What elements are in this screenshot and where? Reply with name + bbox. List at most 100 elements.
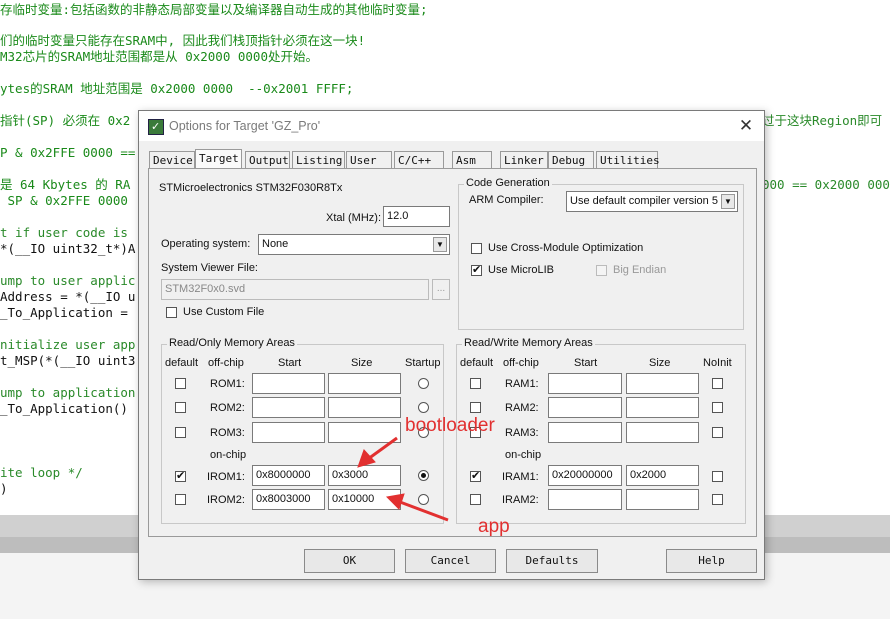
iram1-noinit-checkbox[interactable]	[712, 471, 723, 482]
code-line: _To_Application()	[0, 401, 128, 416]
ram2-size-input[interactable]	[626, 397, 699, 418]
help-button[interactable]: Help	[666, 549, 757, 573]
tab-c-cpp[interactable]: C/C++	[394, 151, 444, 168]
check-icon: ✔	[472, 264, 482, 276]
ram2-default-checkbox[interactable]	[470, 402, 481, 413]
rom3-default-checkbox[interactable]	[175, 427, 186, 438]
tab-device[interactable]: Device	[149, 151, 195, 168]
onchip-label: on-chip	[505, 449, 542, 461]
big-endian-label: Big Endian	[613, 264, 667, 276]
code-line: 存临时变量:包括函数的非静态局部变量以及编译器自动生成的其他临时变量;	[0, 2, 428, 17]
iram2-start-input[interactable]	[548, 489, 622, 510]
xtal-label: Xtal (MHz):	[326, 212, 381, 224]
code-line: _To_Application =	[0, 305, 128, 320]
irom2-startup-radio[interactable]	[418, 494, 429, 505]
iram2-noinit-checkbox[interactable]	[712, 494, 723, 505]
svd-file-field: STM32F0x0.svd	[161, 279, 429, 300]
rom1-startup-radio[interactable]	[418, 378, 429, 389]
iram2-default-checkbox[interactable]	[470, 494, 481, 505]
ram2-start-input[interactable]	[548, 397, 622, 418]
tab-linker[interactable]: Linker	[500, 151, 548, 168]
target-tab-panel: STMicroelectronics STM32F030R8Tx Xtal (M…	[148, 168, 757, 537]
ram3-noinit-checkbox[interactable]	[712, 427, 723, 438]
code-line: ump to application	[0, 385, 136, 400]
readwrite-memory-group: Read/Write Memory Areas default off-chip…	[456, 337, 746, 524]
irom2-start-input[interactable]: 0x8003000	[252, 489, 325, 510]
iram1-label: IRAM1:	[502, 471, 539, 483]
rom2-default-checkbox[interactable]	[175, 402, 186, 413]
svd-label: System Viewer File:	[161, 262, 258, 274]
iram2-size-input[interactable]	[626, 489, 699, 510]
compiler-select[interactable]: Use default compiler version 5 ▼	[566, 191, 738, 212]
irom1-startup-radio[interactable]	[418, 470, 429, 481]
irom1-default-checkbox[interactable]: ✔	[175, 470, 186, 482]
ram2-label: RAM2:	[505, 402, 539, 414]
ram1-size-input[interactable]	[626, 373, 699, 394]
cross-module-label: Use Cross-Module Optimization	[488, 242, 644, 254]
col-header-offchip: off-chip	[208, 357, 244, 369]
ram1-default-checkbox[interactable]	[470, 378, 481, 389]
ok-button[interactable]: OK	[304, 549, 395, 573]
tab-target[interactable]: Target	[195, 149, 242, 169]
rom3-start-input[interactable]	[252, 422, 325, 443]
dialog-titlebar[interactable]: ✓ Options for Target 'GZ_Pro' ✕	[139, 111, 764, 141]
close-icon[interactable]: ✕	[736, 116, 756, 136]
options-dialog: ✓ Options for Target 'GZ_Pro' ✕ Device T…	[138, 110, 765, 580]
xtal-input[interactable]: 12.0	[383, 206, 450, 227]
microlib-checkbox[interactable]: ✔	[471, 264, 482, 276]
tab-debug[interactable]: Debug	[548, 151, 594, 168]
microlib-label: Use MicroLIB	[488, 264, 555, 276]
rom2-size-input[interactable]	[328, 397, 401, 418]
app-annotation: app	[478, 516, 510, 537]
rom3-size-input[interactable]	[328, 422, 401, 443]
ram3-size-input[interactable]	[626, 422, 699, 443]
ram1-start-input[interactable]	[548, 373, 622, 394]
rom2-start-input[interactable]	[252, 397, 325, 418]
radio-selected-dot	[421, 473, 426, 478]
iram1-default-checkbox[interactable]: ✔	[470, 470, 481, 482]
custom-file-checkbox[interactable]	[166, 307, 177, 318]
code-line: SP & 0x2FFE 0000	[0, 193, 128, 208]
col-header-default: default	[165, 357, 199, 369]
rom1-default-checkbox[interactable]	[175, 378, 186, 389]
tab-user[interactable]: User	[346, 151, 392, 168]
check-icon: ✔	[176, 470, 186, 482]
os-select[interactable]: None ▼	[258, 234, 450, 255]
code-line: nitialize user app	[0, 337, 136, 352]
tab-asm[interactable]: Asm	[452, 151, 492, 168]
irom2-size-input[interactable]: 0x10000	[328, 489, 401, 510]
dialog-title: Options for Target 'GZ_Pro'	[169, 119, 321, 133]
cross-module-checkbox[interactable]	[471, 243, 482, 254]
cancel-button[interactable]: Cancel	[405, 549, 496, 573]
rom2-label: ROM2:	[210, 402, 245, 414]
rom1-start-input[interactable]	[252, 373, 325, 394]
device-name: STMicroelectronics STM32F030R8Tx	[159, 182, 343, 194]
iram1-size-input[interactable]: 0x2000	[626, 465, 699, 486]
code-line: 过于这块Region即可	[762, 113, 883, 128]
code-line: P & 0x2FFE 0000 ==	[0, 145, 136, 160]
irom1-start-input[interactable]: 0x8000000	[252, 465, 325, 486]
code-line: 们的临时变量只能存在SRAM中, 因此我们栈顶指针必须在这一块!	[0, 33, 366, 48]
code-line: 000 == 0x2000 000	[762, 177, 890, 192]
defaults-button[interactable]: Defaults	[506, 549, 598, 573]
rom1-size-input[interactable]	[328, 373, 401, 394]
code-line: ite loop */	[0, 465, 83, 480]
rom3-label: ROM3:	[210, 427, 245, 439]
irom1-label: IROM1:	[207, 471, 245, 483]
ram1-noinit-checkbox[interactable]	[712, 378, 723, 389]
rom2-startup-radio[interactable]	[418, 402, 429, 413]
ram2-noinit-checkbox[interactable]	[712, 402, 723, 413]
irom1-size-input[interactable]: 0x3000	[328, 465, 401, 486]
ram3-label: RAM3:	[505, 427, 539, 439]
tab-utilities[interactable]: Utilities	[596, 151, 660, 168]
col-header-noinit: NoInit	[703, 357, 732, 369]
ram3-start-input[interactable]	[548, 422, 622, 443]
irom2-default-checkbox[interactable]	[175, 494, 186, 505]
chevron-down-icon: ▼	[433, 237, 447, 252]
tab-listing[interactable]: Listing	[292, 151, 345, 168]
code-line: t if user code is	[0, 225, 128, 240]
code-line: ump to user applic	[0, 273, 136, 288]
tab-output[interactable]: Output	[245, 151, 290, 168]
iram1-start-input[interactable]: 0x20000000	[548, 465, 622, 486]
rom1-label: ROM1:	[210, 378, 245, 390]
